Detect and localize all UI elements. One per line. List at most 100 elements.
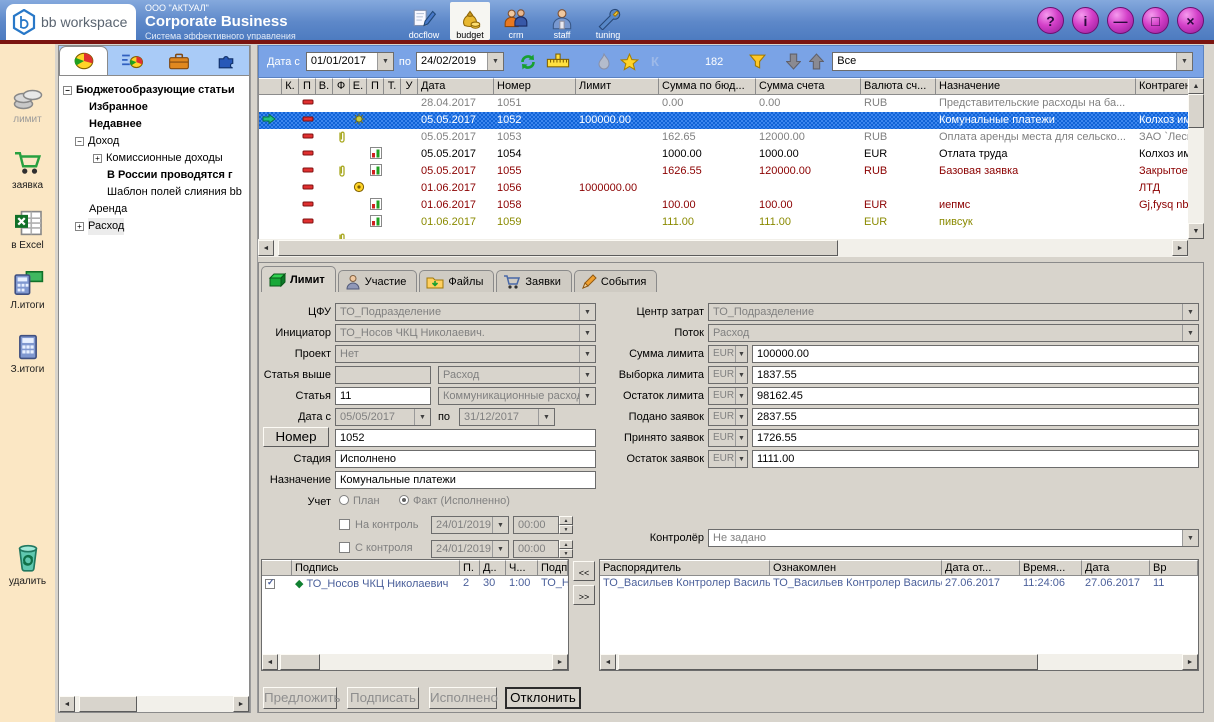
executed-button[interactable]: Исполнено: [429, 687, 497, 709]
scroll-right-icon[interactable]: ►: [1172, 240, 1188, 256]
chevron-down-icon[interactable]: ▼: [1182, 304, 1198, 320]
scroll-left-icon[interactable]: ◄: [600, 654, 616, 670]
col-header-number[interactable]: Номер: [494, 78, 576, 95]
checkbox-checked-icon[interactable]: ✓: [265, 579, 275, 589]
chevron-down-icon[interactable]: ▼: [538, 409, 554, 425]
module-budget[interactable]: budget: [450, 2, 490, 40]
scroll-right-icon[interactable]: ►: [1182, 654, 1198, 670]
col-header-sign[interactable]: Подпись: [292, 560, 460, 576]
chevron-down-icon[interactable]: ▼: [579, 304, 595, 320]
col-header-date[interactable]: Дата: [1082, 560, 1150, 576]
col-header-date[interactable]: Дата: [418, 78, 494, 95]
scrollbar-thumb[interactable]: [280, 654, 320, 670]
from-control-date-picker[interactable]: 24/01/2019▼: [431, 540, 509, 558]
chevron-down-icon[interactable]: ▼: [487, 53, 503, 70]
rest-currency[interactable]: EUR▼: [708, 450, 748, 468]
scrollbar-thumb[interactable]: [1188, 94, 1204, 128]
sidebar-item-limit[interactable]: лимит: [0, 86, 55, 125]
limit-rest-field[interactable]: 98162.45: [752, 387, 1199, 405]
col-header-d[interactable]: Д..: [480, 560, 506, 576]
rest-field[interactable]: 1111.00: [752, 450, 1199, 468]
scrollbar-thumb[interactable]: [278, 240, 838, 256]
tab-events[interactable]: События: [574, 270, 657, 292]
col-header-sign2[interactable]: Подпис: [538, 560, 568, 576]
chevron-down-icon[interactable]: ▼: [579, 346, 595, 362]
close-button[interactable]: ×: [1177, 7, 1204, 34]
tree-item-merge-template[interactable]: Шаблон полей слияния bb: [61, 184, 247, 201]
spin-down-icon[interactable]: ▼: [559, 525, 573, 534]
propose-button[interactable]: Предложить: [263, 687, 337, 709]
col-header-pointer[interactable]: [259, 78, 282, 95]
module-tuning[interactable]: tuning: [588, 2, 628, 40]
tab-files[interactable]: Файлы: [419, 270, 494, 292]
col-header-v[interactable]: В.: [316, 78, 333, 95]
col-header-account-sum[interactable]: Сумма счета: [756, 78, 861, 95]
star-icon[interactable]: [620, 53, 639, 71]
number-field[interactable]: 1052: [335, 429, 596, 447]
col-header-t[interactable]: Т.: [384, 78, 401, 95]
tab-participation[interactable]: Участие: [338, 270, 418, 292]
tab-limit[interactable]: Лимит: [261, 266, 336, 292]
expand-icon[interactable]: +: [75, 222, 84, 231]
tree-horizontal-scrollbar[interactable]: ◄ ►: [59, 696, 249, 712]
detail-date-from-picker[interactable]: 05/05/2017▼: [335, 408, 431, 426]
col-header-f[interactable]: Ф: [333, 78, 350, 95]
reject-button[interactable]: Отклонить: [505, 687, 581, 709]
chevron-down-icon[interactable]: ▼: [492, 541, 508, 557]
col-header-p[interactable]: П.: [460, 560, 480, 576]
sidebar-item-request-totals[interactable]: З.итоги: [0, 334, 55, 375]
move-down-icon[interactable]: [786, 53, 801, 70]
col-header-k[interactable]: К.: [282, 78, 299, 95]
cost-center-select[interactable]: ТО_Подразделение▼: [708, 303, 1199, 321]
chevron-down-icon[interactable]: ▼: [735, 388, 747, 404]
limit-drawn-field[interactable]: 1837.55: [752, 366, 1199, 384]
article-field[interactable]: 11: [335, 387, 431, 405]
move-up-icon[interactable]: [809, 53, 824, 70]
col-header-p[interactable]: П: [299, 78, 316, 95]
chevron-down-icon[interactable]: ▼: [1176, 53, 1192, 70]
limit-rest-currency[interactable]: EUR▼: [708, 387, 748, 405]
plan-radio[interactable]: План: [339, 495, 380, 507]
purpose-field[interactable]: Комунальные платежи: [335, 471, 596, 489]
table-row-partial[interactable]: [259, 231, 1188, 239]
table-row[interactable]: 05.05.2017 1053 162.65 12000.00 RUB Опла…: [259, 129, 1188, 146]
grid-horizontal-scrollbar[interactable]: ◄ ►: [258, 239, 1188, 257]
shift-right-button[interactable]: >>: [573, 585, 595, 605]
ruler-icon[interactable]: [546, 53, 570, 70]
col-header-date-from[interactable]: Дата от...: [942, 560, 1020, 576]
spin-up-icon[interactable]: ▲: [559, 540, 573, 549]
col-header-p2[interactable]: П: [367, 78, 384, 95]
flow-select[interactable]: Расход▼: [708, 324, 1199, 342]
minimize-button[interactable]: —: [1107, 7, 1134, 34]
scroll-left-icon[interactable]: ◄: [262, 654, 278, 670]
on-control-time-field[interactable]: 00:00: [513, 516, 559, 534]
collapse-icon[interactable]: −: [63, 86, 72, 95]
limit-sum-field[interactable]: 100000.00: [752, 345, 1199, 363]
checkbox-unchecked-icon[interactable]: [339, 519, 350, 530]
sidebar-item-excel[interactable]: в Excel: [0, 210, 55, 251]
radio-unchecked-icon[interactable]: [339, 495, 349, 505]
cfu-select[interactable]: ТО_Подразделение▼: [335, 303, 596, 321]
submitted-field[interactable]: 2837.55: [752, 408, 1199, 426]
scrollbar-thumb[interactable]: [618, 654, 1038, 670]
module-staff[interactable]: staff: [542, 2, 582, 40]
table-row[interactable]: 28.04.2017 1051 0.00 0.00 RUB Представит…: [259, 95, 1188, 112]
tree-item-russia[interactable]: В России проводятся г: [61, 167, 247, 184]
col-header-u[interactable]: У: [401, 78, 418, 95]
initiator-select[interactable]: ТО_Носов ЧКЦ Николаевич.▼: [335, 324, 596, 342]
detail-date-to-picker[interactable]: 31/12/2017▼: [459, 408, 555, 426]
submitted-currency[interactable]: EUR▼: [708, 408, 748, 426]
sidebar-item-limit-totals[interactable]: Л.итоги: [0, 270, 55, 311]
chevron-down-icon[interactable]: ▼: [735, 451, 747, 467]
tree-item-income[interactable]: − Доход: [61, 133, 247, 150]
from-control-time-field[interactable]: 00:00: [513, 540, 559, 558]
number-button[interactable]: Номер: [263, 427, 329, 447]
fact-radio[interactable]: Факт (Исполненно): [399, 495, 510, 507]
on-control-date-picker[interactable]: 24/01/2019▼: [431, 516, 509, 534]
tree-tab-plugins[interactable]: [202, 46, 249, 75]
scroll-right-icon[interactable]: ►: [552, 654, 568, 670]
filter-select[interactable]: Все ▼: [832, 52, 1193, 71]
manager-row[interactable]: ТО_Васильев Контролер Васильевич ТО_Васи…: [600, 576, 1198, 593]
chevron-down-icon[interactable]: ▼: [414, 409, 430, 425]
info-button[interactable]: i: [1072, 7, 1099, 34]
